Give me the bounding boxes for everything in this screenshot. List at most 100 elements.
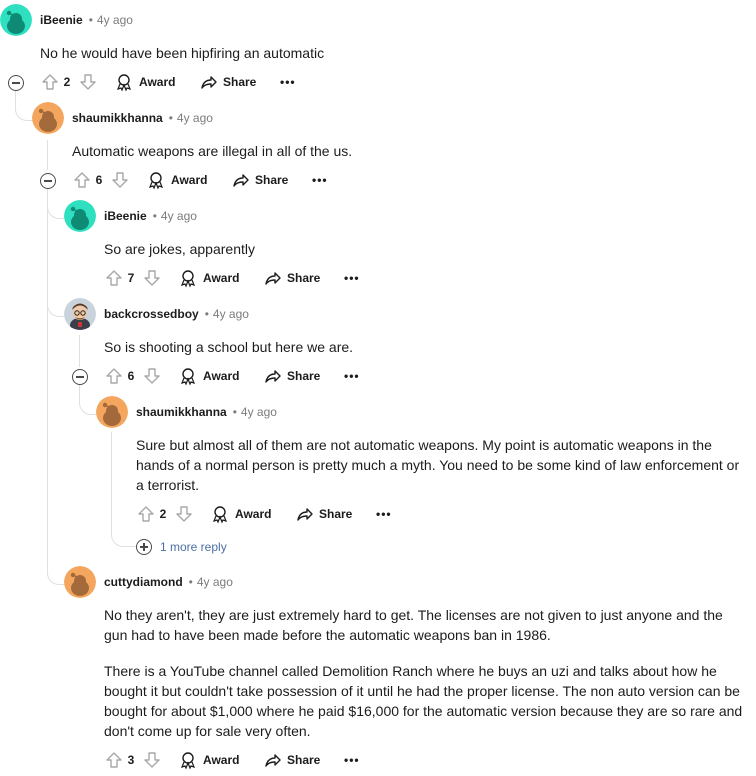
comment-actions: 6 Award Share ••• [104, 364, 404, 388]
award-label: Award [203, 753, 240, 767]
share-icon [265, 370, 281, 383]
more-options-button[interactable]: ••• [376, 502, 392, 526]
upvote-icon[interactable] [104, 266, 124, 290]
comment-paragraph: Automatic weapons are illegal in all of … [72, 143, 353, 159]
comment-header: shaumikkhanna • 4y ago [136, 402, 277, 422]
collapse-button[interactable] [72, 369, 88, 385]
separator-dot: • [204, 307, 209, 321]
award-label: Award [235, 507, 272, 521]
username[interactable]: cuttydiamond [104, 575, 183, 589]
username[interactable]: iBeenie [40, 13, 83, 27]
avatar[interactable] [64, 298, 96, 330]
more-options-button[interactable]: ••• [344, 748, 360, 772]
more-replies-link[interactable]: 1 more reply [136, 537, 246, 557]
collapse-button[interactable] [8, 75, 24, 91]
award-button[interactable]: Award [180, 748, 240, 772]
award-button[interactable]: Award [116, 70, 176, 94]
comment-body: No he would have been hipfiring an autom… [40, 43, 740, 63]
timestamp[interactable]: 4y ago [213, 307, 249, 321]
share-icon [265, 272, 281, 285]
upvote-icon[interactable] [72, 168, 92, 192]
vote-count: 3 [127, 753, 135, 767]
comment-paragraph: Sure but almost all of them are not auto… [136, 437, 740, 493]
award-label: Award [139, 75, 176, 89]
more-options-button[interactable]: ••• [280, 70, 296, 94]
expand-icon [136, 539, 152, 555]
comment-body: Automatic weapons are illegal in all of … [72, 141, 742, 161]
downvote-icon[interactable] [110, 168, 130, 192]
avatar[interactable] [64, 200, 96, 232]
username[interactable]: shaumikkhanna [136, 405, 227, 419]
downvote-icon[interactable] [174, 502, 194, 526]
timestamp[interactable]: 4y ago [197, 575, 233, 589]
award-icon [148, 172, 164, 190]
vote-count: 7 [127, 271, 135, 285]
comment-actions: 7 Award Share ••• [104, 266, 404, 290]
share-label: Share [287, 753, 321, 767]
award-label: Award [171, 173, 208, 187]
separator-dot: • [188, 575, 193, 589]
comment-header: cuttydiamond • 4y ago [104, 572, 233, 592]
share-label: Share [255, 173, 289, 187]
username[interactable]: iBeenie [104, 209, 147, 223]
award-button[interactable]: Award [180, 364, 240, 388]
more-options-button[interactable]: ••• [344, 266, 360, 290]
share-label: Share [287, 271, 321, 285]
award-icon [116, 74, 132, 92]
award-button[interactable]: Award [180, 266, 240, 290]
downvote-icon[interactable] [78, 70, 98, 94]
collapse-button[interactable] [40, 173, 56, 189]
separator-dot: • [232, 405, 237, 419]
username[interactable]: backcrossedboy [104, 307, 199, 321]
comment-paragraph: No he would have been hipfiring an autom… [40, 45, 325, 61]
share-icon [297, 508, 313, 521]
award-button[interactable]: Award [212, 502, 272, 526]
upvote-icon[interactable] [136, 502, 156, 526]
award-label: Award [203, 271, 240, 285]
upvote-icon[interactable] [40, 70, 60, 94]
award-icon [180, 368, 196, 386]
timestamp[interactable]: 4y ago [161, 209, 197, 223]
award-icon [180, 752, 196, 770]
award-icon [212, 506, 228, 524]
timestamp[interactable]: 4y ago [97, 13, 133, 27]
downvote-icon[interactable] [142, 364, 162, 388]
thread-line-2[interactable] [47, 140, 48, 170]
share-button[interactable]: Share [296, 502, 356, 526]
upvote-icon[interactable] [104, 364, 124, 388]
upvote-icon[interactable] [104, 748, 124, 772]
comment-paragraph: So is shooting a school but here we are. [104, 339, 354, 355]
thread-line-2b[interactable] [47, 188, 48, 552]
award-button[interactable]: Award [148, 168, 208, 192]
share-icon [233, 174, 249, 187]
share-button[interactable]: Share [264, 364, 324, 388]
award-icon [180, 270, 196, 288]
more-options-button[interactable]: ••• [312, 168, 328, 192]
share-button[interactable]: Share [264, 748, 324, 772]
timestamp[interactable]: 4y ago [241, 405, 277, 419]
share-label: Share [223, 75, 257, 89]
comment-body: So are jokes, apparently [104, 239, 744, 259]
comment-header: iBeenie • 4y ago [104, 206, 197, 226]
share-button[interactable]: Share [264, 266, 324, 290]
vote-count: 2 [63, 75, 71, 89]
thread-line-4[interactable] [111, 432, 112, 532]
share-button[interactable]: Share [200, 70, 260, 94]
share-button[interactable]: Share [232, 168, 292, 192]
avatar[interactable] [32, 102, 64, 134]
comment-body: Sure but almost all of them are not auto… [136, 435, 750, 495]
award-label: Award [203, 369, 240, 383]
separator-dot: • [88, 13, 93, 27]
downvote-icon[interactable] [142, 266, 162, 290]
vote-count: 2 [159, 507, 167, 521]
avatar[interactable] [0, 4, 32, 36]
more-options-button[interactable]: ••• [344, 364, 360, 388]
thread-line-3[interactable] [79, 335, 80, 367]
separator-dot: • [168, 111, 173, 125]
separator-dot: • [152, 209, 157, 223]
timestamp[interactable]: 4y ago [177, 111, 213, 125]
username[interactable]: shaumikkhanna [72, 111, 163, 125]
downvote-icon[interactable] [142, 748, 162, 772]
avatar[interactable] [64, 566, 96, 598]
avatar[interactable] [96, 396, 128, 428]
